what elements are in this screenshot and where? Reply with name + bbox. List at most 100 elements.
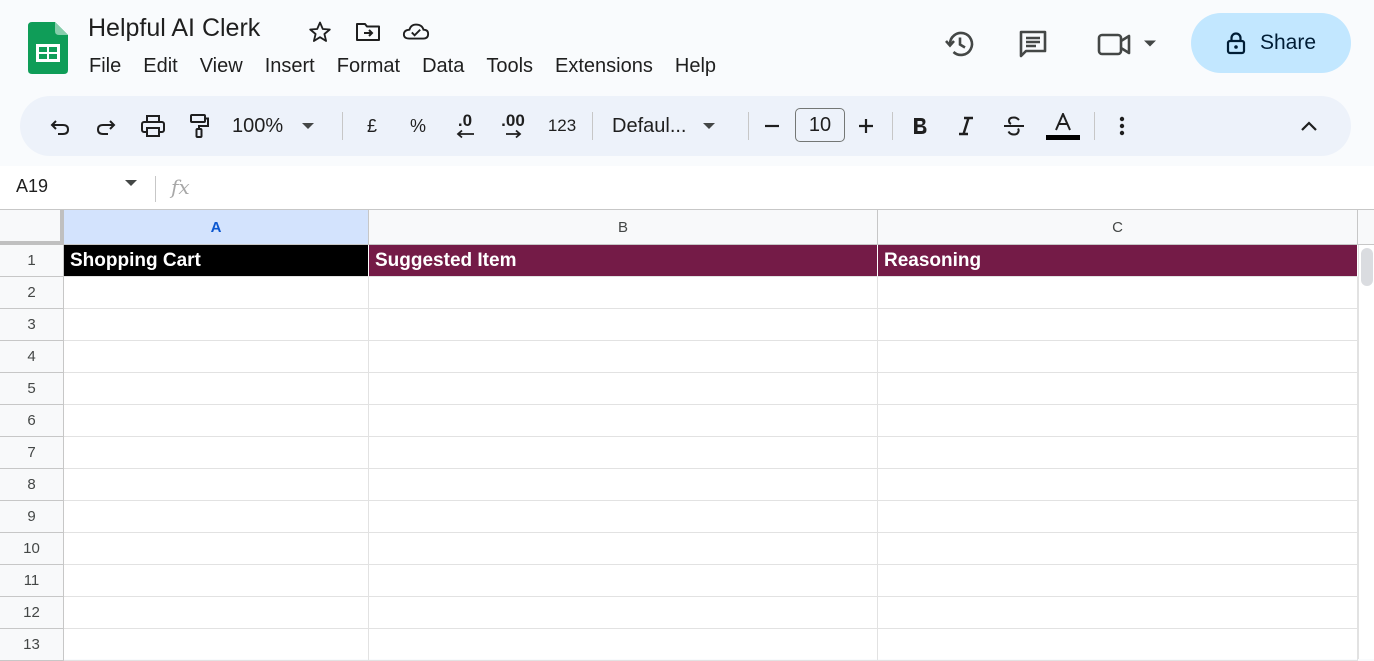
cell-c10[interactable] bbox=[878, 533, 1358, 565]
row-header-6[interactable]: 6 bbox=[0, 405, 64, 437]
cell-c2[interactable] bbox=[878, 277, 1358, 309]
font-size-input[interactable]: 10 bbox=[795, 108, 845, 142]
cell-a6[interactable] bbox=[64, 405, 369, 437]
cell-a1[interactable]: Shopping Cart bbox=[64, 245, 369, 277]
cell-b11[interactable] bbox=[369, 565, 878, 597]
column-header-b[interactable]: B bbox=[369, 210, 878, 245]
more-formats-button[interactable]: 123 bbox=[542, 108, 582, 144]
undo-icon[interactable] bbox=[44, 108, 76, 144]
cell-c9[interactable] bbox=[878, 501, 1358, 533]
cell-c3[interactable] bbox=[878, 309, 1358, 341]
cell-b7[interactable] bbox=[369, 437, 878, 469]
menu-file[interactable]: File bbox=[78, 52, 132, 80]
cell-b3[interactable] bbox=[369, 309, 878, 341]
print-icon[interactable] bbox=[136, 108, 170, 144]
cell-b8[interactable] bbox=[369, 469, 878, 501]
version-history-icon[interactable] bbox=[940, 24, 980, 64]
cell-c6[interactable] bbox=[878, 405, 1358, 437]
name-box[interactable]: A19 bbox=[16, 176, 48, 197]
document-title[interactable]: Helpful AI Clerk bbox=[88, 14, 260, 43]
row-header-7[interactable]: 7 bbox=[0, 437, 64, 469]
share-button[interactable]: Share bbox=[1191, 13, 1351, 73]
currency-format-button[interactable]: £ bbox=[356, 108, 388, 144]
cell-b12[interactable] bbox=[369, 597, 878, 629]
cell-b5[interactable] bbox=[369, 373, 878, 405]
increase-font-size-button[interactable] bbox=[852, 108, 880, 144]
select-all-corner[interactable] bbox=[0, 210, 64, 245]
cell-a11[interactable] bbox=[64, 565, 369, 597]
cell-a10[interactable] bbox=[64, 533, 369, 565]
paint-format-icon[interactable] bbox=[182, 108, 216, 144]
more-options-icon[interactable] bbox=[1108, 108, 1136, 144]
text-color-button[interactable] bbox=[1044, 108, 1082, 144]
redo-icon[interactable] bbox=[90, 108, 122, 144]
cell-c4[interactable] bbox=[878, 341, 1358, 373]
row-header-5[interactable]: 5 bbox=[0, 373, 64, 405]
cell-b13[interactable] bbox=[369, 629, 878, 661]
cell-a7[interactable] bbox=[64, 437, 369, 469]
menu-data[interactable]: Data bbox=[411, 52, 475, 80]
collapse-menus-icon[interactable] bbox=[1294, 108, 1324, 144]
cell-b6[interactable] bbox=[369, 405, 878, 437]
cell-b2[interactable] bbox=[369, 277, 878, 309]
decrease-font-size-button[interactable] bbox=[758, 108, 786, 144]
column-header-c[interactable]: C bbox=[878, 210, 1358, 245]
cell-b1[interactable]: Suggested Item bbox=[369, 245, 878, 277]
row-header-1[interactable]: 1 bbox=[0, 245, 64, 277]
star-icon[interactable] bbox=[306, 18, 334, 46]
row-header-10[interactable]: 10 bbox=[0, 533, 64, 565]
scrollbar-thumb[interactable] bbox=[1361, 248, 1373, 286]
cell-c8[interactable] bbox=[878, 469, 1358, 501]
menu-help[interactable]: Help bbox=[664, 52, 727, 80]
cell-a9[interactable] bbox=[64, 501, 369, 533]
cell-a13[interactable] bbox=[64, 629, 369, 661]
increase-decimal-button[interactable]: .00 bbox=[494, 108, 532, 144]
cell-b9[interactable] bbox=[369, 501, 878, 533]
meet-video-icon[interactable] bbox=[1094, 24, 1162, 64]
cell-a12[interactable] bbox=[64, 597, 369, 629]
row-header-3[interactable]: 3 bbox=[0, 309, 64, 341]
name-box-dropdown-icon[interactable] bbox=[124, 178, 138, 188]
cell-a4[interactable] bbox=[64, 341, 369, 373]
cloud-saved-icon[interactable] bbox=[402, 18, 430, 46]
formula-input[interactable] bbox=[210, 172, 1360, 204]
row-header-2[interactable]: 2 bbox=[0, 277, 64, 309]
menu-extensions[interactable]: Extensions bbox=[544, 52, 664, 80]
cell-c12[interactable] bbox=[878, 597, 1358, 629]
menu-insert[interactable]: Insert bbox=[254, 52, 326, 80]
row-header-13[interactable]: 13 bbox=[0, 629, 64, 661]
sheets-logo-icon[interactable] bbox=[28, 22, 68, 74]
column-header-a[interactable]: A bbox=[64, 210, 369, 245]
menu-view[interactable]: View bbox=[189, 52, 254, 80]
menu-edit[interactable]: Edit bbox=[132, 52, 188, 80]
cell-a5[interactable] bbox=[64, 373, 369, 405]
font-select[interactable]: Defaul... bbox=[612, 108, 732, 144]
row-header-9[interactable]: 9 bbox=[0, 501, 64, 533]
row-header-11[interactable]: 11 bbox=[0, 565, 64, 597]
menu-tools[interactable]: Tools bbox=[475, 52, 544, 80]
cell-c13[interactable] bbox=[878, 629, 1358, 661]
row-header-12[interactable]: 12 bbox=[0, 597, 64, 629]
row-header-8[interactable]: 8 bbox=[0, 469, 64, 501]
move-folder-icon[interactable] bbox=[354, 18, 382, 46]
cell-c5[interactable] bbox=[878, 373, 1358, 405]
cell-c1[interactable]: Reasoning bbox=[878, 245, 1358, 277]
toolbar-divider bbox=[592, 112, 593, 140]
row-header-4[interactable]: 4 bbox=[0, 341, 64, 373]
bold-button[interactable] bbox=[904, 108, 936, 144]
strikethrough-button[interactable] bbox=[998, 108, 1030, 144]
cell-b4[interactable] bbox=[369, 341, 878, 373]
cell-b10[interactable] bbox=[369, 533, 878, 565]
zoom-select[interactable]: 100% bbox=[232, 108, 332, 144]
italic-button[interactable] bbox=[950, 108, 982, 144]
cell-a2[interactable] bbox=[64, 277, 369, 309]
cell-a8[interactable] bbox=[64, 469, 369, 501]
decrease-decimal-button[interactable]: .0 bbox=[448, 108, 482, 144]
cell-a3[interactable] bbox=[64, 309, 369, 341]
comments-icon[interactable] bbox=[1013, 24, 1053, 64]
cell-c7[interactable] bbox=[878, 437, 1358, 469]
vertical-scrollbar[interactable] bbox=[1358, 245, 1374, 659]
percent-format-button[interactable]: % bbox=[402, 108, 434, 144]
menu-format[interactable]: Format bbox=[326, 52, 411, 80]
cell-c11[interactable] bbox=[878, 565, 1358, 597]
